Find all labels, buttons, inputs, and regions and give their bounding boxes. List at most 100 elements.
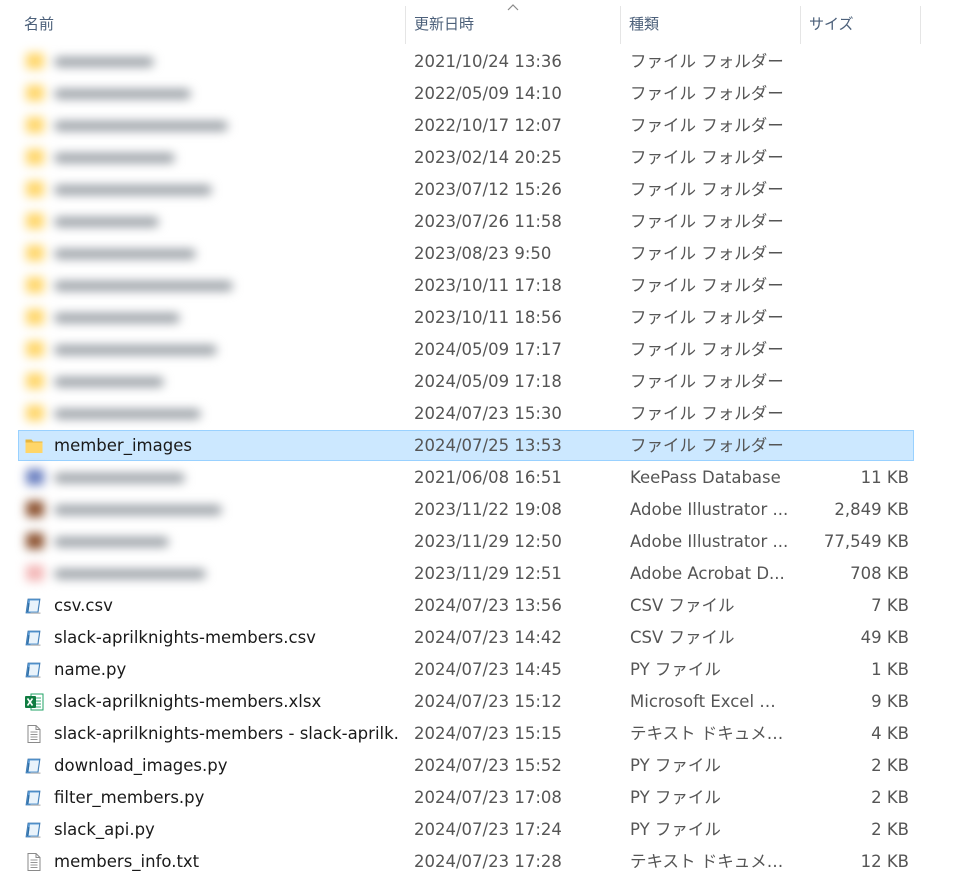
file-row[interactable]: csv.csv 2024/07/23 13:56 CSV ファイル 7 KB [0, 590, 953, 622]
folder-icon [26, 213, 44, 229]
folder-icon [26, 53, 44, 69]
redacted-file-name[interactable] [20, 114, 250, 138]
file-row[interactable]: members_info.txt 2024/07/23 17:28 テキスト ドキュ… [0, 846, 953, 878]
redacted-file-name[interactable] [20, 50, 250, 74]
file-name[interactable]: slack-aprilknights-members.csv [54, 622, 399, 654]
file-row[interactable]: 2023/07/26 11:58 ファイル フォルダー [0, 206, 953, 238]
file-name[interactable]: members_info.txt [54, 846, 399, 878]
file-size [800, 46, 909, 78]
file-type: テキスト ドキュメント [630, 852, 790, 871]
keepass-icon [26, 469, 44, 485]
file-row[interactable]: 2024/05/09 17:18 ファイル フォルダー [0, 366, 953, 398]
file-type: ファイル フォルダー [630, 308, 784, 327]
column-divider[interactable] [800, 6, 801, 44]
file-row[interactable]: 2021/06/08 16:51 KeePass Database 11 KB [0, 462, 953, 494]
redacted-file-name[interactable] [20, 498, 250, 522]
redacted-file-name[interactable] [20, 402, 250, 426]
file-row[interactable]: download_images.py 2024/07/23 15:52 PY ファイ… [0, 750, 953, 782]
file-row[interactable]: 2023/10/11 17:18 ファイル フォルダー [0, 270, 953, 302]
redacted-text [54, 57, 154, 67]
file-row[interactable]: 2023/11/29 12:51 Adobe Acrobat D... 708 KB [0, 558, 953, 590]
redacted-file-name[interactable] [20, 562, 250, 586]
redacted-file-name[interactable] [20, 530, 250, 554]
file-size [800, 142, 909, 174]
file-row[interactable]: slack-aprilknights-members.xlsx 2024/07/2… [0, 686, 953, 718]
file-row[interactable]: slack-aprilknights-members - slack-april… [0, 718, 953, 750]
file-row[interactable]: 2024/07/23 15:30 ファイル フォルダー [0, 398, 953, 430]
file-row[interactable]: member_images 2024/07/25 13:53 ファイル フォルダー [0, 430, 953, 462]
file-type: ファイル フォルダー [630, 212, 784, 231]
file-date-modified: 2022/05/09 14:10 [414, 84, 562, 103]
file-size: 1 KB [871, 660, 909, 679]
file-size: 2 KB [871, 820, 909, 839]
file-name[interactable]: download_images.py [54, 750, 399, 782]
file-type: ファイル フォルダー [630, 116, 784, 135]
file-row[interactable]: 2024/05/09 17:17 ファイル フォルダー [0, 334, 953, 366]
redacted-file-name[interactable] [20, 178, 250, 202]
file-name[interactable]: name.py [54, 654, 399, 686]
file-size: 7 KB [871, 596, 909, 615]
file-row[interactable]: 2022/05/09 14:10 ファイル フォルダー [0, 78, 953, 110]
file-name[interactable]: slack-aprilknights-members.xlsx [54, 686, 399, 718]
file-size [800, 302, 909, 334]
redacted-file-name[interactable] [20, 146, 250, 170]
file-row[interactable]: 2023/08/23 9:50 ファイル フォルダー [0, 238, 953, 270]
file-size: 11 KB [860, 468, 909, 487]
redacted-text [54, 313, 180, 323]
file-list: 2021/10/24 13:36 ファイル フォルダー 2022/05/09 14:… [0, 46, 953, 878]
file-type: ファイル フォルダー [630, 404, 784, 423]
folder-icon [26, 373, 44, 389]
file-name[interactable]: csv.csv [54, 590, 399, 622]
redacted-file-name[interactable] [20, 370, 250, 394]
column-divider[interactable] [920, 6, 921, 44]
folder-icon [26, 405, 44, 421]
file-row[interactable]: name.py 2024/07/23 14:45 PY ファイル 1 KB [0, 654, 953, 686]
column-header-name[interactable]: 名前 [16, 0, 405, 44]
column-divider[interactable] [405, 6, 406, 44]
file-name[interactable]: member_images [54, 430, 399, 462]
file-row[interactable]: filter_members.py 2024/07/23 17:08 PY ファイル… [0, 782, 953, 814]
file-row[interactable]: slack-aprilknights-members.csv 2024/07/23… [0, 622, 953, 654]
file-type: Adobe Acrobat D... [630, 564, 785, 583]
file-row[interactable]: slack_api.py 2024/07/23 17:24 PY ファイル 2 KB [0, 814, 953, 846]
column-header-size[interactable]: サイズ [801, 0, 920, 44]
redacted-file-name[interactable] [20, 274, 250, 298]
file-type: Microsoft Excel ワ... [630, 692, 790, 711]
file-type: ファイル フォルダー [630, 436, 784, 455]
redacted-file-name[interactable] [20, 210, 250, 234]
redacted-text [54, 249, 196, 259]
file-row[interactable]: 2021/10/24 13:36 ファイル フォルダー [0, 46, 953, 78]
column-header-type[interactable]: 種類 [621, 0, 800, 44]
file-type: ファイル フォルダー [630, 372, 784, 391]
script-file-icon [24, 820, 44, 840]
redacted-text [54, 89, 191, 99]
file-row[interactable]: 2022/10/17 12:07 ファイル フォルダー [0, 110, 953, 142]
file-name[interactable]: filter_members.py [54, 782, 399, 814]
file-date-modified: 2023/07/12 15:26 [414, 180, 562, 199]
folder-icon [26, 341, 44, 357]
file-row[interactable]: 2023/10/11 18:56 ファイル フォルダー [0, 302, 953, 334]
file-row[interactable]: 2023/11/29 12:50 Adobe Illustrator ... 77,… [0, 526, 953, 558]
file-name[interactable]: slack-aprilknights-members - slack-april… [54, 718, 399, 750]
redacted-text [54, 185, 212, 195]
file-name[interactable]: slack_api.py [54, 814, 399, 846]
redacted-file-name[interactable] [20, 466, 250, 490]
file-date-modified: 2023/11/29 12:51 [414, 564, 562, 583]
file-row[interactable]: 2023/07/12 15:26 ファイル フォルダー [0, 174, 953, 206]
text-file-icon [24, 852, 44, 872]
redacted-file-name[interactable] [20, 306, 250, 330]
column-divider[interactable] [620, 6, 621, 44]
file-size: 9 KB [871, 692, 909, 711]
redacted-text [54, 409, 201, 419]
file-size [800, 270, 909, 302]
script-file-icon [24, 788, 44, 808]
file-date-modified: 2023/10/11 17:18 [414, 276, 562, 295]
file-type: CSV ファイル [630, 596, 735, 615]
redacted-text [54, 281, 233, 291]
redacted-file-name[interactable] [20, 242, 250, 266]
file-row[interactable]: 2023/11/22 19:08 Adobe Illustrator ... 2,8… [0, 494, 953, 526]
redacted-file-name[interactable] [20, 82, 250, 106]
file-row[interactable]: 2023/02/14 20:25 ファイル フォルダー [0, 142, 953, 174]
redacted-file-name[interactable] [20, 338, 250, 362]
file-size: 2,849 KB [834, 500, 909, 519]
